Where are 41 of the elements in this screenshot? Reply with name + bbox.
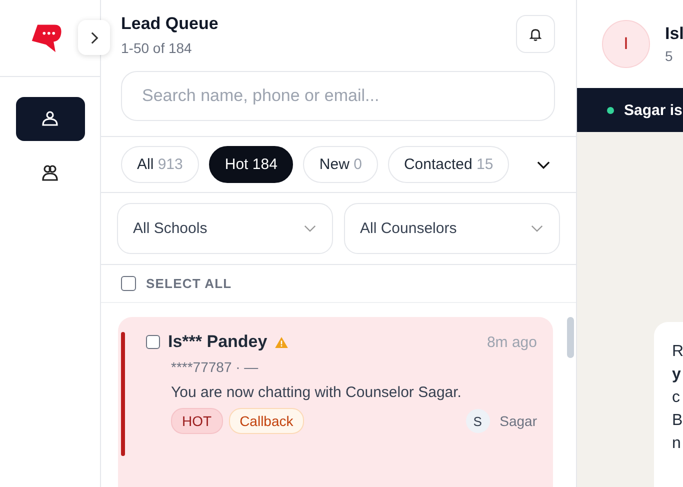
result-count: 1-50 of 184 [121,40,193,56]
chevron-icon [90,30,98,44]
checkbox[interactable] [121,276,136,291]
timestamp: 8m ago [486,334,537,350]
message-text: y [672,365,682,385]
message-text: c [672,388,681,408]
message-text: B [672,411,683,431]
contact-meta: 5 [665,48,674,64]
checkbox[interactable] [146,335,160,349]
filter-tab[interactable]: New 0 [303,146,378,183]
message-text: R [672,342,683,362]
contact-avatar: I [602,20,650,68]
online-status-dot [607,106,614,114]
filter-dropdown[interactable]: All Counselors [344,203,560,254]
chevron-down-icon [304,225,316,232]
chevron-down-icon[interactable] [537,160,550,168]
lead-name: Is*** Pandey [168,332,268,352]
counselor-name: Sagar [500,413,537,429]
last-message: You are now chatting with Counselor Sagar. [171,384,462,401]
tag: Callback [228,408,304,434]
scrollbar[interactable] [567,317,574,358]
contact-name: Isl [665,24,683,44]
tag: HOT [171,408,223,434]
search-field[interactable]: Search name, phone or email... [121,71,555,121]
message-text: n [672,434,682,454]
person-icon [40,109,60,129]
nav-button[interactable] [16,97,84,141]
notifications-button[interactable] [516,15,555,53]
panel-title: Lead Queue [121,14,218,34]
bell-icon [528,26,543,42]
filter-tab[interactable]: Contacted 15 [388,146,510,183]
filter-tab[interactable]: Hot 184 [208,146,294,183]
select-all-label: SELECT ALL [146,276,232,291]
people-icon [40,163,60,183]
filter-dropdown[interactable]: All Schools [117,203,333,254]
chevron-down-icon [531,225,543,232]
contact-info: ****77787 · — [171,359,260,375]
filter-tab[interactable]: All 913 [121,146,199,183]
status-text: Sagar is [624,102,682,118]
lead-card[interactable]: Is*** Pandey 8m ago ****77787 · — You are now chatting with Counselor Sagar. HOT Callback S Sagar [118,317,553,487]
counselor-avatar: S [466,409,490,433]
